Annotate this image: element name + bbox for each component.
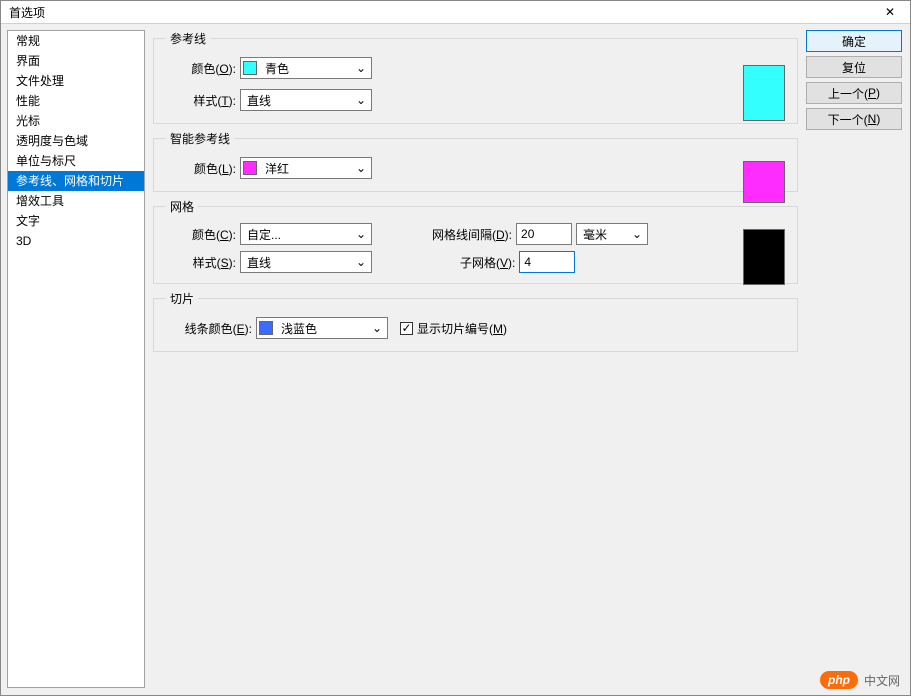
smart-guides-swatch[interactable] (743, 161, 785, 203)
grid-swatch[interactable] (743, 229, 785, 285)
check-icon: ✓ (401, 323, 411, 333)
sidebar-item-filehandling[interactable]: 文件处理 (8, 71, 144, 91)
titlebar: 首选项 ✕ (1, 1, 910, 24)
smart-guides-color-value: 洋红 (261, 160, 353, 177)
grid-sub-label: 子网格(V): (460, 254, 515, 271)
grid-sub-input[interactable] (519, 251, 575, 273)
chevron-down-icon: ⌄ (353, 93, 369, 107)
chevron-down-icon: ⌄ (369, 321, 385, 335)
sidebar-item-cursors[interactable]: 光标 (8, 111, 144, 131)
guides-swatch[interactable] (743, 65, 785, 121)
prev-button[interactable]: 上一个(P) (806, 82, 902, 104)
group-slices: 切片 线条颜色(E): 浅蓝色 ⌄ ✓ 显示切片编号(M) (153, 290, 798, 352)
sidebar-item-plugins[interactable]: 增效工具 (8, 191, 144, 211)
watermark: php 中文网 (820, 671, 900, 689)
reset-button[interactable]: 复位 (806, 56, 902, 78)
group-smart-guides: 智能参考线 颜色(L): 洋红 ⌄ (153, 130, 798, 192)
sidebar-item-guides-grid-slices[interactable]: 参考线、网格和切片 (8, 171, 144, 191)
group-grid-legend: 网格 (166, 198, 198, 215)
grid-style-label: 样式(S): (166, 254, 236, 271)
main-area: 参考线 颜色(O): 青色 ⌄ 样式(T): (145, 24, 910, 694)
chevron-down-icon: ⌄ (353, 161, 369, 175)
slices-color-value: 浅蓝色 (277, 320, 369, 337)
sidebar-item-3d[interactable]: 3D (8, 231, 144, 251)
guides-color-mini-swatch (243, 61, 257, 75)
grid-interval-label: 网格线间隔(D): (432, 226, 512, 243)
grid-style-value: 直线 (243, 254, 353, 271)
ok-button[interactable]: 确定 (806, 30, 902, 52)
sidebar-item-general[interactable]: 常规 (8, 31, 144, 51)
grid-interval-input[interactable] (516, 223, 572, 245)
slices-color-mini-swatch (259, 321, 273, 335)
grid-color-label: 颜色(C): (166, 226, 236, 243)
php-badge: php (820, 671, 858, 689)
sidebar-item-type[interactable]: 文字 (8, 211, 144, 231)
slices-color-combo[interactable]: 浅蓝色 ⌄ (256, 317, 388, 339)
group-grid: 网格 颜色(C): 自定... ⌄ 网格线间隔(D): (153, 198, 798, 284)
chevron-down-icon: ⌄ (353, 255, 369, 269)
group-guides: 参考线 颜色(O): 青色 ⌄ 样式(T): (153, 30, 798, 124)
sidebar-item-performance[interactable]: 性能 (8, 91, 144, 111)
watermark-text: 中文网 (864, 672, 900, 689)
guides-style-label: 样式(T): (166, 92, 236, 109)
slices-show-numbers-label: 显示切片编号(M) (417, 320, 507, 337)
grid-unit-value: 毫米 (579, 226, 629, 243)
close-icon: ✕ (885, 5, 895, 19)
guides-style-combo[interactable]: 直线 ⌄ (240, 89, 372, 111)
grid-color-value: 自定... (243, 226, 353, 243)
checkbox-box: ✓ (400, 322, 413, 335)
content-panel: 参考线 颜色(O): 青色 ⌄ 样式(T): (153, 30, 798, 688)
slices-show-numbers-checkbox[interactable]: ✓ 显示切片编号(M) (400, 320, 507, 337)
group-slices-legend: 切片 (166, 290, 198, 307)
sidebar-item-interface[interactable]: 界面 (8, 51, 144, 71)
close-button[interactable]: ✕ (870, 1, 910, 24)
grid-color-combo[interactable]: 自定... ⌄ (240, 223, 372, 245)
group-smart-guides-legend: 智能参考线 (166, 130, 234, 147)
smart-guides-color-combo[interactable]: 洋红 ⌄ (240, 157, 372, 179)
guides-style-value: 直线 (243, 92, 353, 109)
sidebar: 常规 界面 文件处理 性能 光标 透明度与色域 单位与标尺 参考线、网格和切片 … (7, 30, 145, 688)
grid-unit-combo[interactable]: 毫米 ⌄ (576, 223, 648, 245)
window-title: 首选项 (9, 4, 45, 21)
guides-color-label: 颜色(O): (166, 60, 236, 77)
guides-color-value: 青色 (261, 60, 353, 77)
chevron-down-icon: ⌄ (629, 227, 645, 241)
group-guides-legend: 参考线 (166, 30, 210, 47)
slices-color-label: 线条颜色(E): (166, 320, 252, 337)
next-button[interactable]: 下一个(N) (806, 108, 902, 130)
sidebar-item-units[interactable]: 单位与标尺 (8, 151, 144, 171)
preferences-window: 首选项 ✕ 常规 界面 文件处理 性能 光标 透明度与色域 单位与标尺 参考线、… (0, 0, 911, 696)
chevron-down-icon: ⌄ (353, 227, 369, 241)
chevron-down-icon: ⌄ (353, 61, 369, 75)
sidebar-item-transparency[interactable]: 透明度与色域 (8, 131, 144, 151)
guides-color-combo[interactable]: 青色 ⌄ (240, 57, 372, 79)
smart-guides-color-mini-swatch (243, 161, 257, 175)
smart-guides-color-label: 颜色(L): (166, 160, 236, 177)
button-column: 确定 复位 上一个(P) 下一个(N) (806, 30, 902, 688)
grid-style-combo[interactable]: 直线 ⌄ (240, 251, 372, 273)
dialog-body: 常规 界面 文件处理 性能 光标 透明度与色域 单位与标尺 参考线、网格和切片 … (1, 24, 910, 694)
